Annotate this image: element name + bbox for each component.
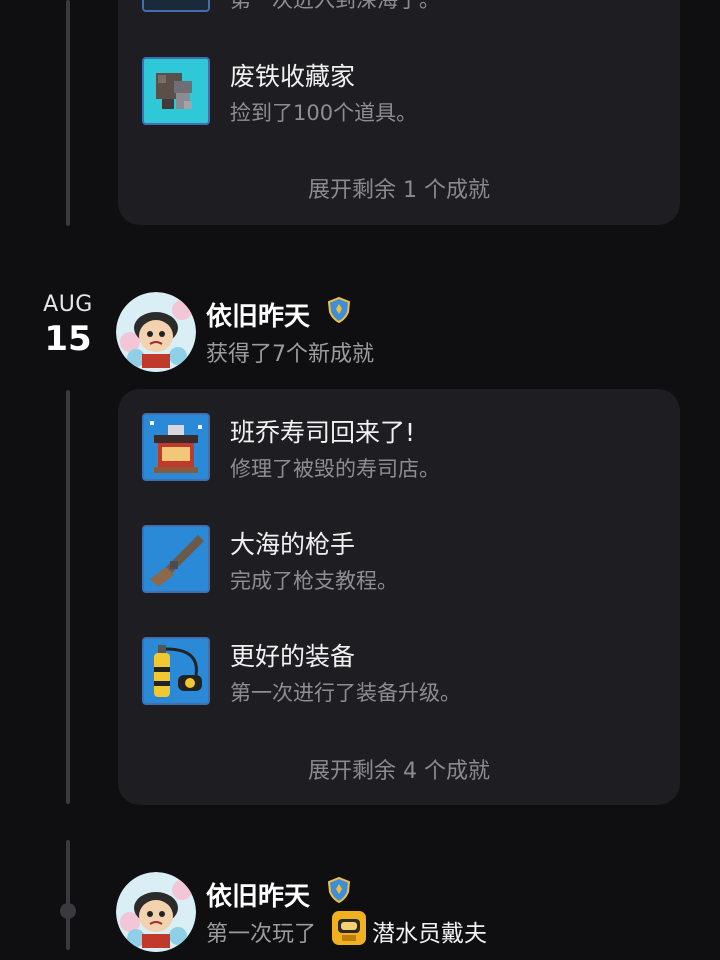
achievement-item-partial[interactable]: 第一次进入到深海了。 bbox=[142, 0, 656, 16]
achievement-title: 废铁收藏家 bbox=[230, 62, 356, 91]
harpoon-gun-icon bbox=[142, 525, 210, 593]
achievement-item[interactable]: 更好的装备 第一次进行了装备升级。 bbox=[142, 637, 656, 709]
shield-badge-icon bbox=[327, 876, 351, 904]
achievement-card: 班乔寿司回来了! 修理了被毁的寿司店。 大海的枪手 完成了枪支教程。 更好的装备… bbox=[118, 389, 680, 805]
entry-subtitle: 获得了7个新成就 bbox=[206, 342, 374, 367]
timeline-line-bottom bbox=[66, 840, 70, 950]
achievement-desc: 捡到了100个道具。 bbox=[230, 101, 418, 125]
entry-date: AUG 15 bbox=[30, 292, 106, 359]
timeline-dot bbox=[60, 903, 76, 919]
deep-sea-icon bbox=[142, 0, 210, 12]
sushi-shop-icon bbox=[142, 413, 210, 481]
achievement-desc: 修理了被毁的寿司店。 bbox=[230, 457, 440, 481]
expand-remaining-button[interactable]: 展开剩余 1 个成就 bbox=[118, 172, 680, 204]
username[interactable]: 依旧昨天 bbox=[206, 876, 310, 913]
timeline-line-middle bbox=[66, 390, 70, 804]
timeline-line-top bbox=[66, 0, 70, 226]
dave-the-diver-icon bbox=[332, 911, 366, 945]
diving-tank-icon bbox=[142, 637, 210, 705]
date-day: 15 bbox=[44, 319, 92, 359]
date-month: AUG bbox=[43, 292, 93, 317]
shield-badge-icon bbox=[327, 296, 351, 324]
achievement-title: 班乔寿司回来了! bbox=[230, 418, 416, 447]
game-name-link[interactable]: 潜水员戴夫 bbox=[372, 914, 487, 948]
achievement-title: 大海的枪手 bbox=[230, 530, 356, 559]
achievement-desc: 完成了枪支教程。 bbox=[230, 569, 398, 593]
achievement-item[interactable]: 班乔寿司回来了! 修理了被毁的寿司店。 bbox=[142, 413, 656, 485]
avatar[interactable] bbox=[116, 292, 196, 372]
achievement-item[interactable]: 废铁收藏家 捡到了100个道具。 bbox=[142, 57, 656, 129]
entry-subtitle-prefix: 第一次玩了 bbox=[206, 922, 317, 947]
achievement-title: 更好的装备 bbox=[230, 642, 356, 671]
achievement-item[interactable]: 大海的枪手 完成了枪支教程。 bbox=[142, 525, 656, 597]
expand-remaining-button[interactable]: 展开剩余 4 个成就 bbox=[118, 753, 680, 785]
achievement-card-top: 第一次进入到深海了。 废铁收藏家 捡到了100个道具。 展开剩余 1 个成就 bbox=[118, 0, 680, 225]
username[interactable]: 依旧昨天 bbox=[206, 296, 310, 333]
achievement-desc: 第一次进入到深海了。 bbox=[230, 0, 440, 12]
scrap-metal-icon bbox=[142, 57, 210, 125]
achievement-desc: 第一次进行了装备升级。 bbox=[230, 681, 461, 705]
avatar[interactable] bbox=[116, 872, 196, 952]
